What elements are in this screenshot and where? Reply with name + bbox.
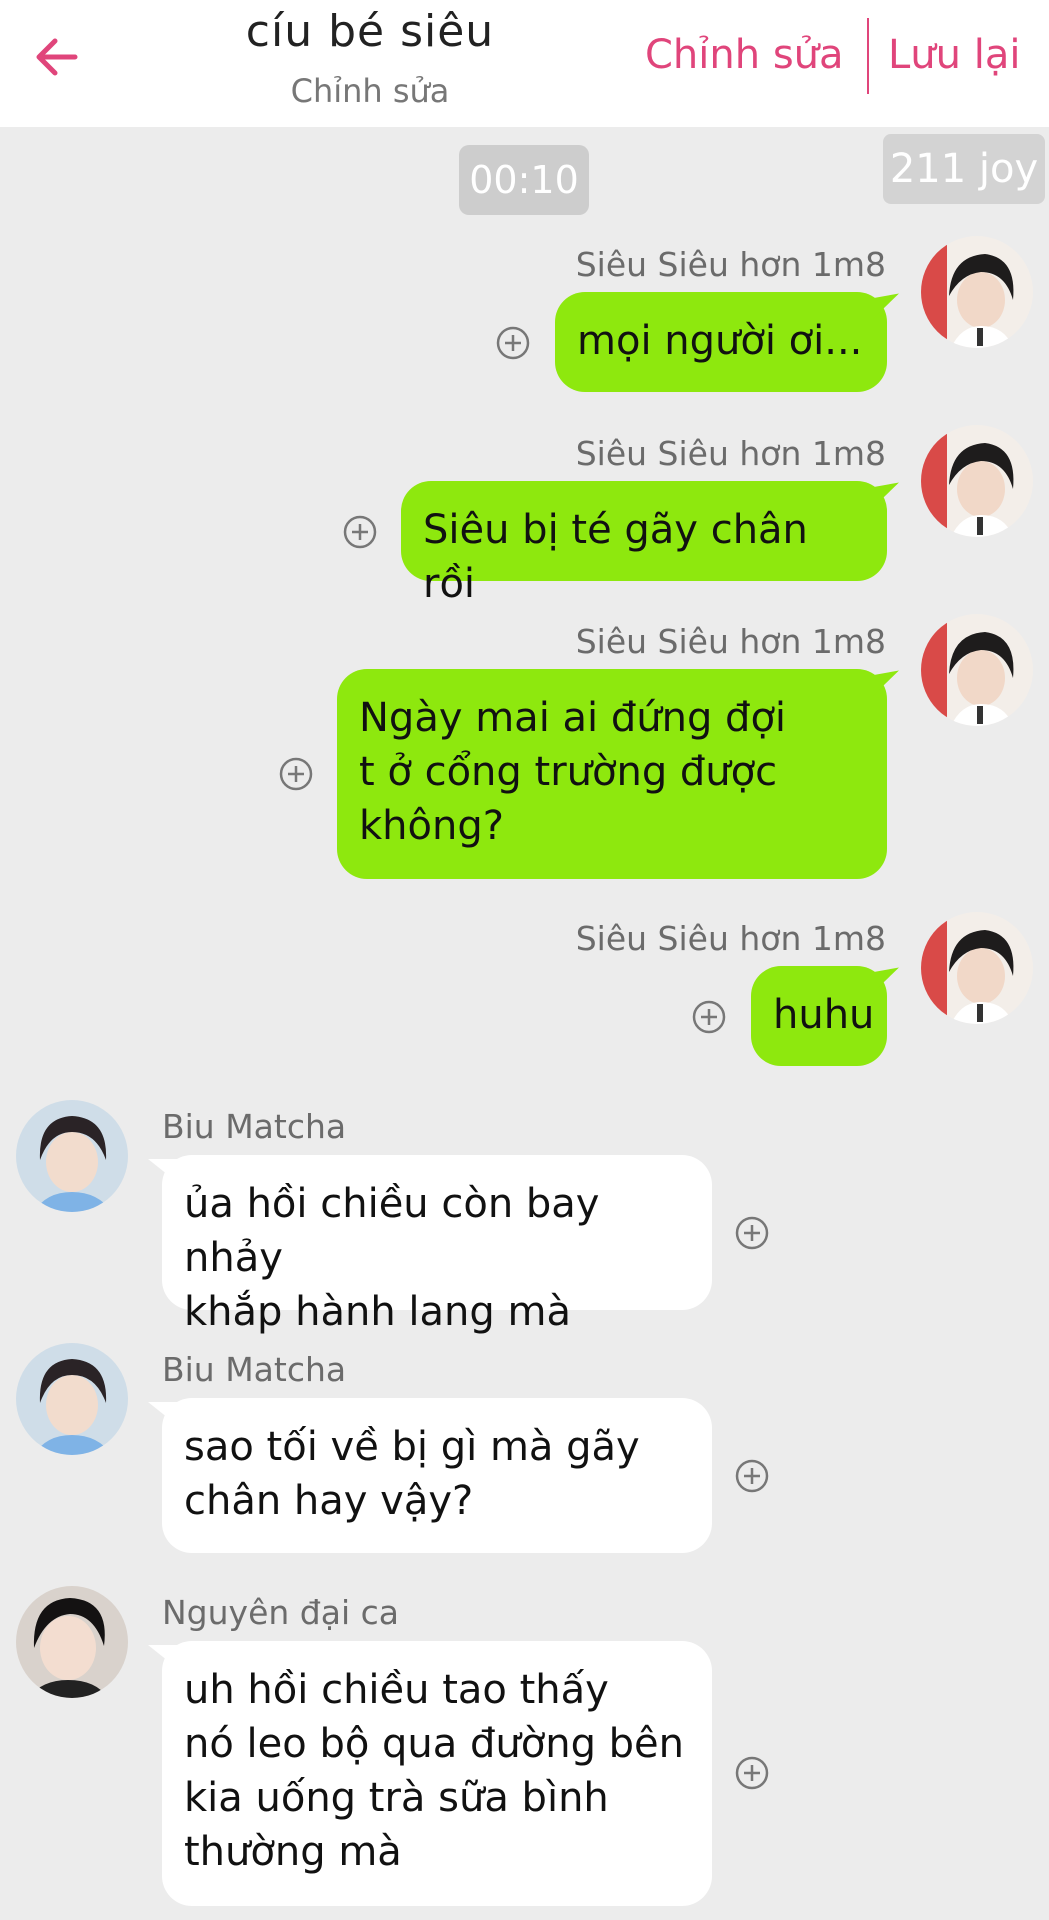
chat-title: cíu bé siêu xyxy=(245,6,495,57)
avatar-image xyxy=(16,1343,128,1455)
avatar[interactable] xyxy=(921,614,1033,726)
message-bubble[interactable]: huhu xyxy=(751,966,887,1066)
avatar[interactable] xyxy=(921,425,1033,537)
plus-circle-icon[interactable] xyxy=(343,515,377,549)
avatar-image xyxy=(921,614,1033,726)
avatar-image xyxy=(16,1100,128,1212)
joy-badge: 211 joy xyxy=(883,134,1045,204)
avatar-image xyxy=(921,425,1033,537)
time-badge: 00:10 xyxy=(459,145,589,215)
message-bubble[interactable]: mọi người ơi... xyxy=(555,292,887,392)
avatar-image xyxy=(921,912,1033,1024)
sender-name: Siêu Siêu hơn 1m8 xyxy=(575,622,886,661)
message-bubble[interactable]: ủa hồi chiều còn bay nhảy khắp hành lang… xyxy=(148,1155,712,1335)
message-bubble[interactable]: uh hồi chiều tao thấy nó leo bộ qua đườn… xyxy=(148,1641,712,1906)
sender-name: Siêu Siêu hơn 1m8 xyxy=(575,919,886,958)
sender-name: Biu Matcha xyxy=(162,1350,347,1389)
header-divider xyxy=(867,18,869,94)
message-bubble[interactable]: Ngày mai ai đứng đợi t ở cổng trường đượ… xyxy=(337,669,887,879)
avatar[interactable] xyxy=(16,1586,128,1698)
message-bubble[interactable]: Siêu bị té gãy chân rồi xyxy=(401,481,887,607)
avatar-image xyxy=(921,236,1033,348)
plus-circle-icon[interactable] xyxy=(735,1756,769,1790)
avatar[interactable] xyxy=(16,1100,128,1212)
avatar[interactable] xyxy=(921,236,1033,348)
header-bar: cíu bé siêu Chỉnh sửa Chỉnh sửa Lưu lại xyxy=(0,0,1049,127)
avatar-image xyxy=(16,1586,128,1698)
back-button[interactable] xyxy=(30,30,84,84)
sender-name: Siêu Siêu hơn 1m8 xyxy=(575,245,886,284)
avatar[interactable] xyxy=(16,1343,128,1455)
plus-circle-icon[interactable] xyxy=(692,1000,726,1034)
sender-name: Biu Matcha xyxy=(162,1107,347,1146)
edit-button[interactable]: Chỉnh sửa xyxy=(645,32,844,78)
save-button[interactable]: Lưu lại xyxy=(888,32,1020,78)
sender-name: Nguyên đại ca xyxy=(162,1593,399,1632)
avatar[interactable] xyxy=(921,912,1033,1024)
plus-circle-icon[interactable] xyxy=(279,757,313,791)
plus-circle-icon[interactable] xyxy=(496,326,530,360)
plus-circle-icon[interactable] xyxy=(735,1459,769,1493)
chat-subtitle: Chỉnh sửa xyxy=(290,72,450,110)
plus-circle-icon[interactable] xyxy=(735,1216,769,1250)
sender-name: Siêu Siêu hơn 1m8 xyxy=(575,434,886,473)
message-bubble[interactable]: sao tối về bị gì mà gãy chân hay vậy? xyxy=(148,1398,712,1553)
arrow-left-icon xyxy=(36,38,78,76)
